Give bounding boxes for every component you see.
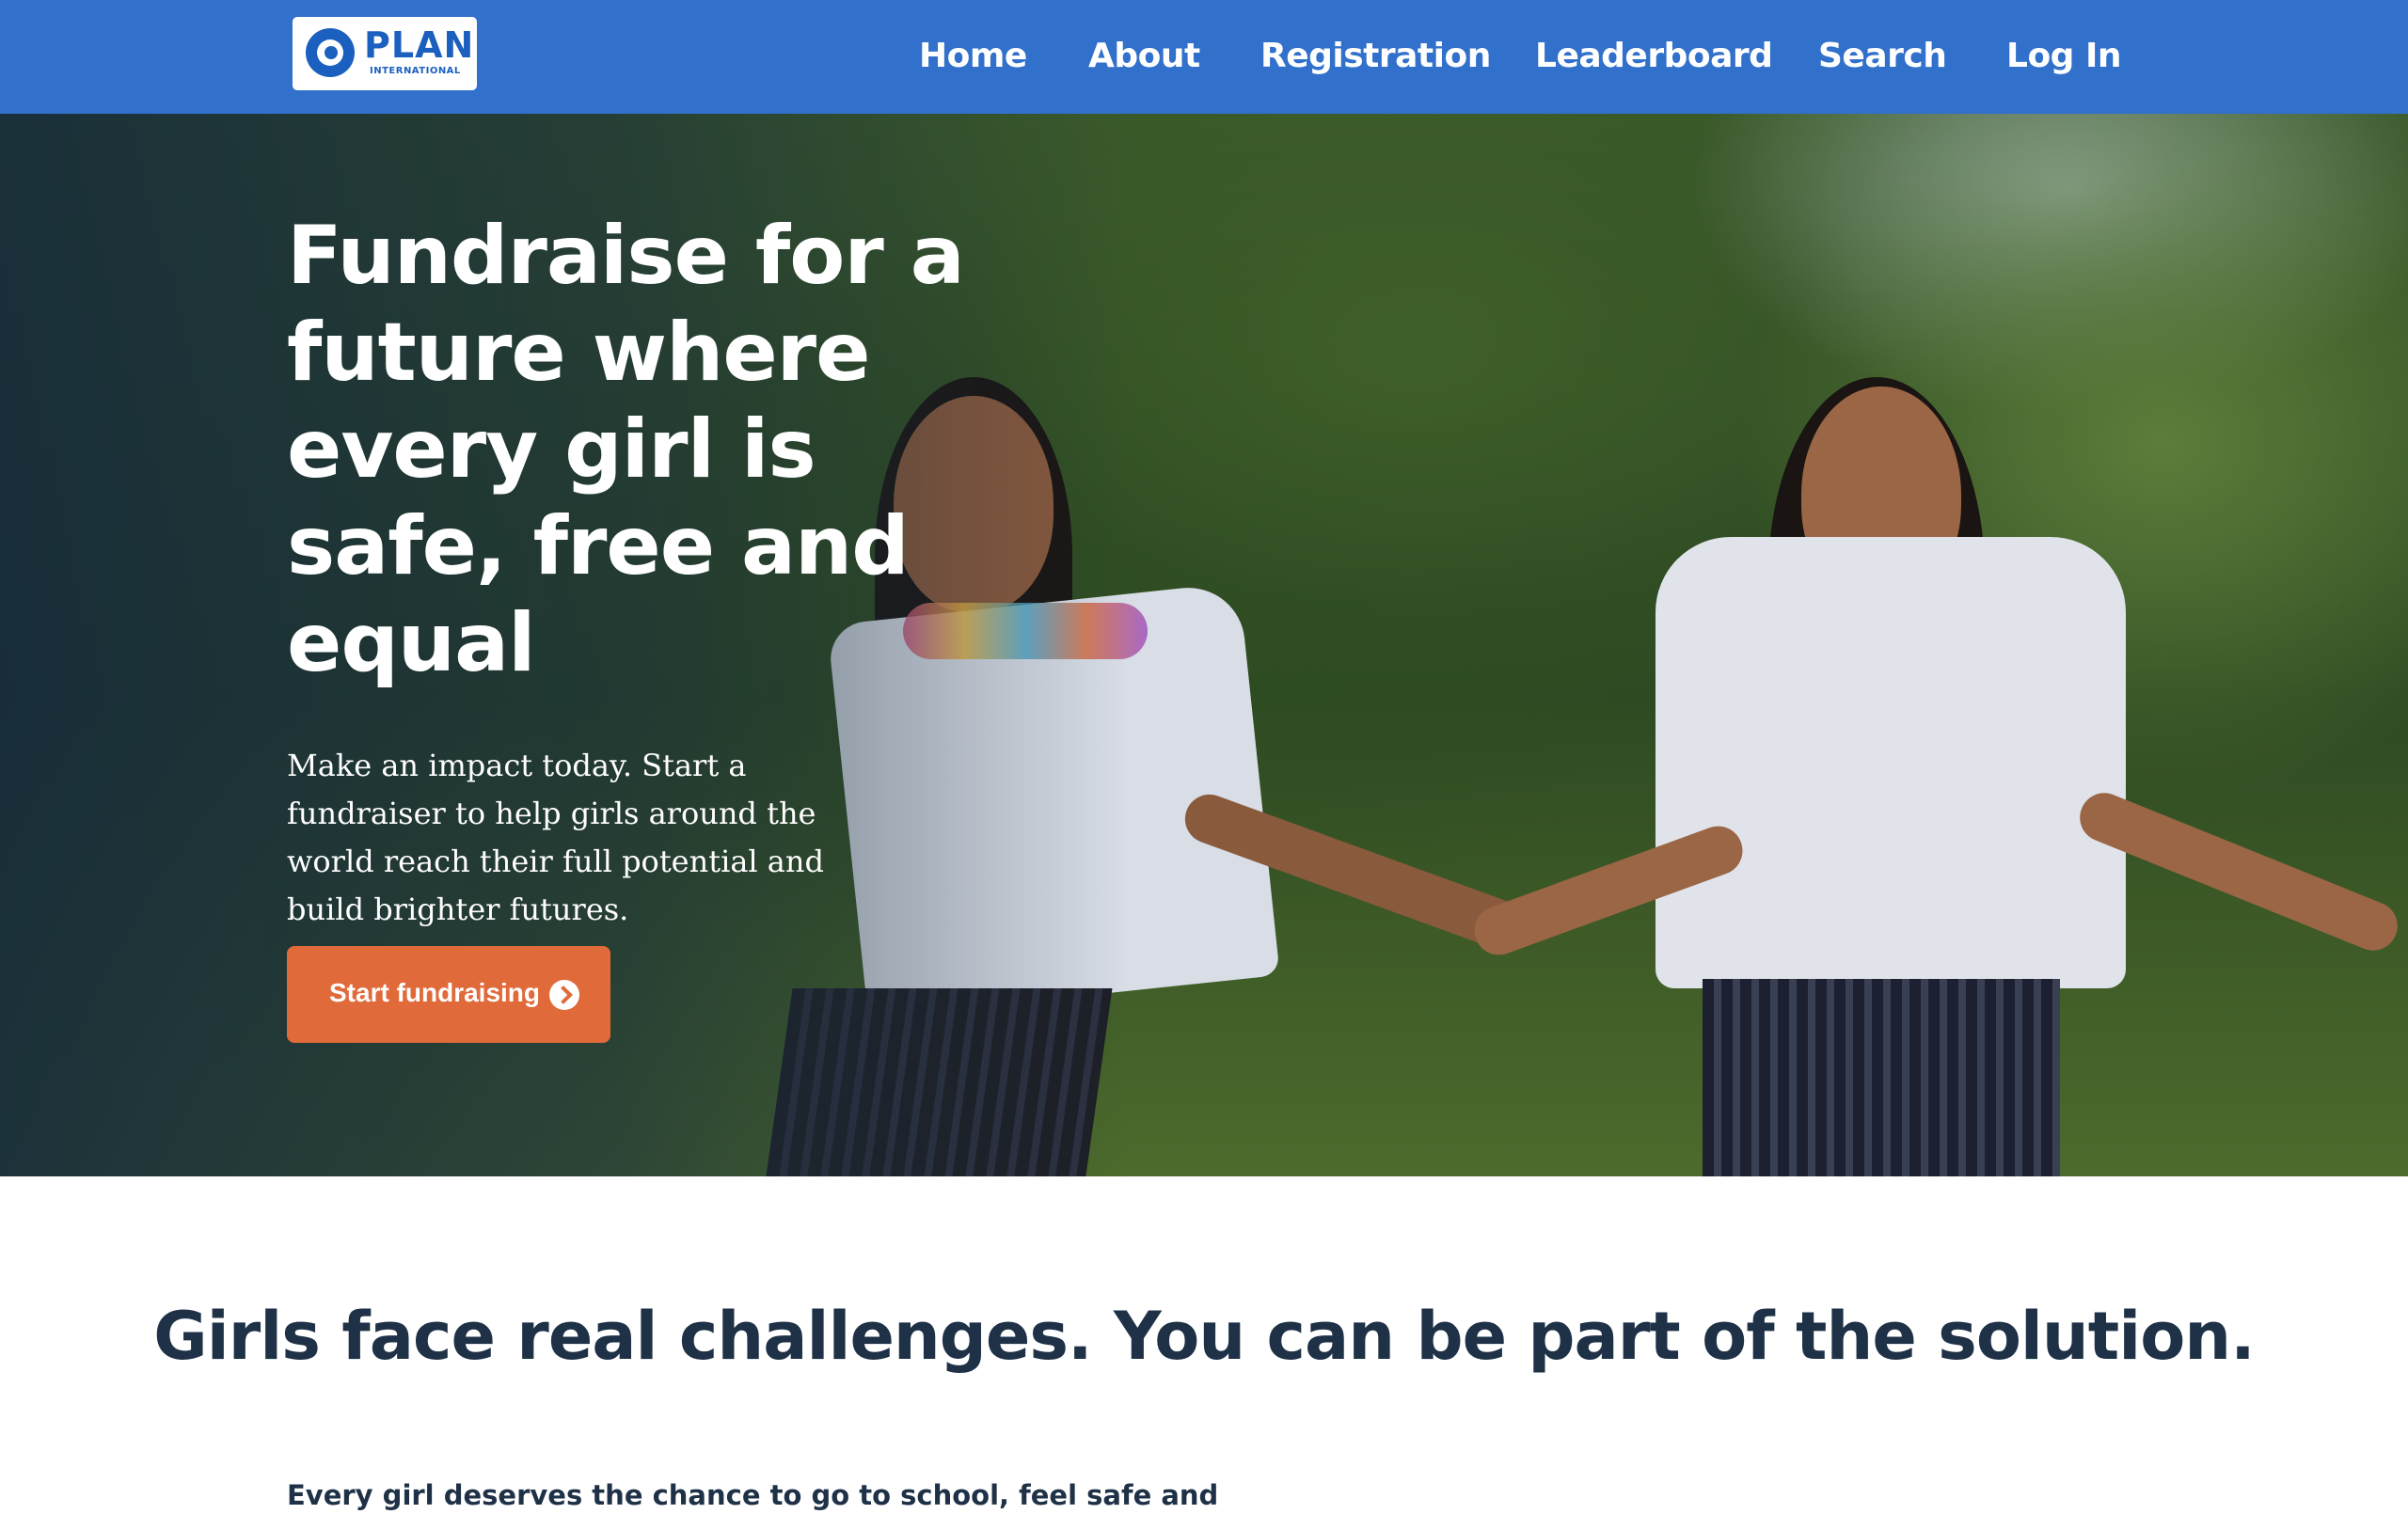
start-fundraising-button[interactable]: Start fundraising [287, 946, 610, 1043]
hero-title: Fundraise for a future where every girl … [287, 209, 965, 690]
nav-registration[interactable]: Registration [1260, 32, 1491, 81]
girl-right-skirt [1703, 979, 2060, 1176]
girl-right-blouse [1656, 537, 2126, 988]
hero-description: Make an impact today. Start a fundraiser… [287, 748, 824, 927]
cta-label: Start fundraising [329, 978, 541, 1007]
nav-leaderboard[interactable]: Leaderboard [1535, 32, 1773, 81]
hero-section: Fundraise for a future where every girl … [0, 114, 2408, 1176]
nav-search[interactable]: Search [1818, 32, 1947, 81]
challenges-intro-text: Every girl deserves the chance to go to … [287, 1479, 1219, 1511]
challenges-heading: Girls face real challenges. You can be p… [153, 1298, 2255, 1375]
nav-log-in[interactable]: Log In [2006, 32, 2122, 81]
top-nav-bar: PLAN INTERNATIONAL Home About Registrati… [0, 0, 2408, 114]
main-navigation: Home About Registration Leaderboard Sear… [0, 0, 2408, 114]
nav-home[interactable]: Home [919, 32, 1027, 81]
chevron-right-circle-icon [549, 980, 579, 1010]
nav-about[interactable]: About [1088, 32, 1200, 81]
